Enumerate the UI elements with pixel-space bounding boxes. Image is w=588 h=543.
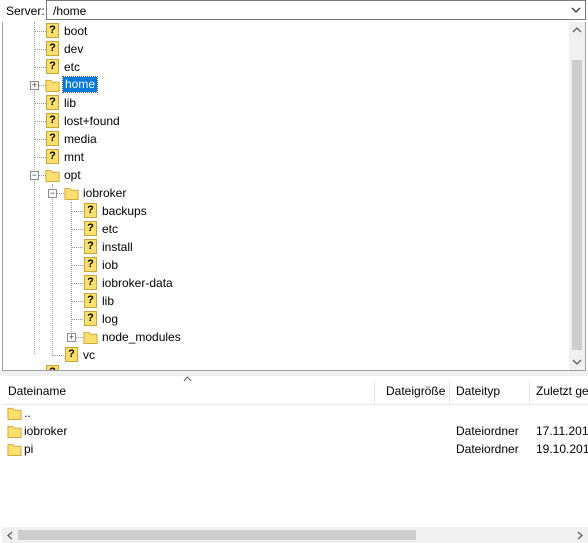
scrollbar-thumb[interactable]: [572, 60, 582, 350]
tree-item-label: boot: [64, 24, 88, 38]
tree-item-label: lib: [64, 96, 77, 110]
tree-item[interactable]: ? lib: [3, 292, 573, 310]
collapse-icon[interactable]: −: [30, 171, 39, 180]
tree-item-label: dev: [64, 42, 84, 56]
question-folder-icon: ?: [84, 275, 97, 290]
tree-item-label: home: [61, 76, 99, 93]
tree-item[interactable]: ? boot: [3, 22, 573, 40]
folder-icon: [7, 425, 22, 439]
scroll-down-icon[interactable]: [572, 358, 582, 366]
tree-item-label: node_modules: [102, 330, 181, 344]
server-path-value: /home: [53, 4, 87, 18]
tree-item-label: iob: [102, 258, 119, 272]
tree-item-partial[interactable]: ?: [3, 364, 573, 370]
question-folder-icon: ?: [46, 113, 59, 128]
file-name: pi: [24, 442, 34, 456]
tree-item[interactable]: ? mnt: [3, 148, 573, 166]
question-folder-icon: ?: [46, 149, 59, 164]
scroll-up-icon[interactable]: [572, 26, 582, 34]
tree-item-node-modules[interactable]: + node_modules: [3, 328, 573, 346]
tree-item-label: iobroker: [83, 186, 127, 200]
tree-item-opt[interactable]: − opt: [3, 166, 573, 184]
tree-item-label: install: [102, 240, 133, 254]
tree-item-label: media: [64, 132, 97, 146]
folder-icon: [64, 187, 79, 201]
folder-icon: [83, 331, 98, 345]
tree-item[interactable]: ? iob: [3, 256, 573, 274]
tree-item-label: opt: [64, 168, 81, 182]
scrollbar-thumb[interactable]: [18, 530, 416, 540]
server-label: Server:: [6, 4, 45, 18]
expand-icon[interactable]: +: [30, 81, 39, 90]
tree-item-label: lib: [102, 294, 115, 308]
scroll-left-icon[interactable]: [6, 531, 14, 540]
question-folder-icon: ?: [84, 257, 97, 272]
remote-directory-tree[interactable]: ? boot ? dev ? etc + home ? lib ? lost+f…: [2, 22, 586, 371]
question-folder-icon: ?: [46, 131, 59, 146]
tree-item[interactable]: ? dev: [3, 40, 573, 58]
tree-item[interactable]: ? iobroker-data: [3, 274, 573, 292]
question-folder-icon: ?: [84, 311, 97, 326]
tree-item-label: log: [102, 312, 119, 326]
column-header-filesize[interactable]: Dateigröße: [386, 384, 445, 398]
file-modified: 17.11.2019: [536, 424, 588, 438]
column-header-filetype[interactable]: Dateityp: [456, 384, 500, 398]
tree-item[interactable]: ? etc: [3, 220, 573, 238]
tree-item-label: etc: [102, 222, 119, 236]
tree-item[interactable]: ? media: [3, 130, 573, 148]
file-row-parent[interactable]: ..: [2, 404, 588, 422]
tree-item[interactable]: ? backups: [3, 202, 573, 220]
tree-item-label: iobroker-data: [102, 276, 173, 290]
server-bar: Server: /home: [0, 0, 588, 22]
question-folder-icon: ?: [84, 239, 97, 254]
column-header-modified[interactable]: Zuletzt ge: [536, 384, 588, 398]
tree-item[interactable]: ? log: [3, 310, 573, 328]
question-folder-icon: ?: [84, 293, 97, 308]
question-folder-icon: ?: [46, 95, 59, 110]
tree-vertical-scrollbar[interactable]: [569, 22, 585, 370]
scroll-right-icon[interactable]: [576, 531, 584, 540]
collapse-icon[interactable]: −: [48, 189, 57, 198]
tree-item-label: lost+found: [64, 114, 120, 128]
file-modified: 19.10.2019: [536, 442, 588, 456]
file-row[interactable]: iobroker Dateiordner 17.11.2019: [2, 422, 588, 440]
tree-item-label: mnt: [64, 150, 85, 164]
tree-item[interactable]: ? install: [3, 238, 573, 256]
tree-item-home[interactable]: + home: [3, 76, 573, 94]
question-folder-icon: ?: [46, 59, 59, 74]
question-folder-icon: ?: [46, 41, 59, 56]
file-name: iobroker: [24, 424, 68, 438]
question-folder-icon: ?: [84, 203, 97, 218]
file-type: Dateiordner: [456, 442, 519, 456]
file-name: ..: [24, 406, 31, 420]
tree-item[interactable]: ? vc: [3, 346, 573, 364]
remote-file-list[interactable]: Dateiname Dateigröße Dateityp Zuletzt ge…: [2, 376, 588, 543]
folder-icon: [7, 407, 22, 421]
column-header-filename[interactable]: Dateiname: [8, 384, 66, 398]
tree-item-label: etc: [64, 60, 81, 74]
question-folder-icon: ?: [84, 221, 97, 236]
tree-item-iobroker[interactable]: − iobroker: [3, 184, 573, 202]
tree-item-label: vc: [83, 348, 95, 362]
question-folder-icon: ?: [65, 347, 78, 362]
server-path-combobox[interactable]: /home: [46, 0, 586, 20]
tree-item[interactable]: ? lost+found: [3, 112, 573, 130]
question-folder-icon: ?: [46, 23, 59, 38]
file-list-header: Dateiname Dateigröße Dateityp Zuletzt ge: [2, 380, 588, 405]
folder-icon: [45, 169, 60, 183]
folder-icon: [7, 443, 22, 457]
file-row[interactable]: pi Dateiordner 19.10.2019: [2, 440, 588, 458]
tree-item[interactable]: ? lib: [3, 94, 573, 112]
file-type: Dateiordner: [456, 424, 519, 438]
chevron-down-icon[interactable]: [571, 6, 581, 14]
tree-item-label: backups: [102, 204, 147, 218]
tree-item[interactable]: ? etc: [3, 58, 573, 76]
file-list-horizontal-scrollbar[interactable]: [2, 527, 588, 543]
expand-icon[interactable]: +: [67, 333, 76, 342]
folder-icon: [45, 79, 60, 93]
